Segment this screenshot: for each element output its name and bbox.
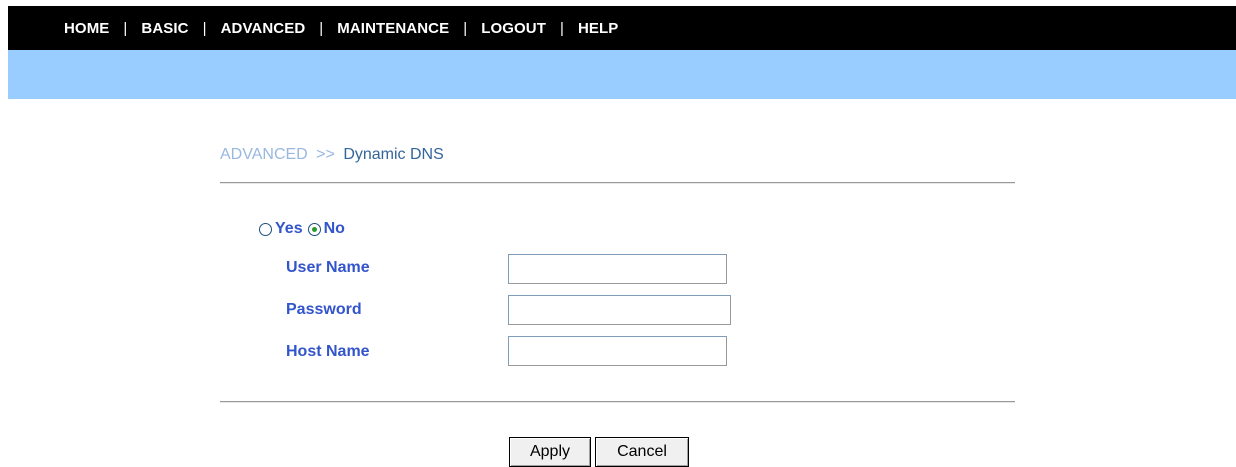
apply-button[interactable]: Apply — [509, 437, 591, 467]
cancel-button[interactable]: Cancel — [595, 437, 689, 467]
nav-logout[interactable]: LOGOUT — [481, 20, 546, 37]
nav-basic[interactable]: BASIC — [141, 20, 188, 37]
nav-separator: | — [463, 19, 468, 37]
password-input[interactable] — [508, 295, 731, 325]
main-nav: HOME | BASIC | ADVANCED | MAINTENANCE | … — [64, 6, 618, 50]
nav-home[interactable]: HOME — [64, 20, 109, 37]
radio-no[interactable] — [307, 222, 321, 236]
nav-separator: | — [319, 19, 324, 37]
nav-separator: | — [559, 19, 564, 37]
host-name-label: Host Name — [286, 343, 370, 360]
nav-advanced[interactable]: ADVANCED — [221, 20, 306, 37]
nav-help[interactable]: HELP — [578, 20, 618, 37]
ddns-enable-group: Yes No — [259, 220, 350, 238]
radio-no-label[interactable]: No — [324, 220, 345, 238]
user-name-input[interactable] — [508, 254, 727, 284]
breadcrumb: ADVANCED >> Dynamic DNS — [220, 146, 444, 164]
breadcrumb-current: Dynamic DNS — [343, 146, 444, 163]
divider-top — [220, 182, 1015, 184]
nav-separator: | — [123, 19, 128, 37]
radio-yes[interactable] — [259, 222, 272, 236]
host-name-input[interactable] — [508, 336, 727, 366]
header-banner — [8, 50, 1236, 99]
radio-yes-label[interactable]: Yes — [275, 220, 303, 238]
user-name-label: User Name — [286, 259, 370, 276]
nav-maintenance[interactable]: MAINTENANCE — [337, 20, 449, 37]
page: HOME | BASIC | ADVANCED | MAINTENANCE | … — [0, 0, 1236, 467]
breadcrumb-separator: >> — [316, 146, 335, 163]
password-label: Password — [286, 301, 362, 318]
nav-separator: | — [202, 19, 207, 37]
breadcrumb-parent: ADVANCED — [220, 146, 308, 163]
top-nav-bar: HOME | BASIC | ADVANCED | MAINTENANCE | … — [8, 6, 1236, 50]
divider-bottom — [220, 401, 1015, 403]
